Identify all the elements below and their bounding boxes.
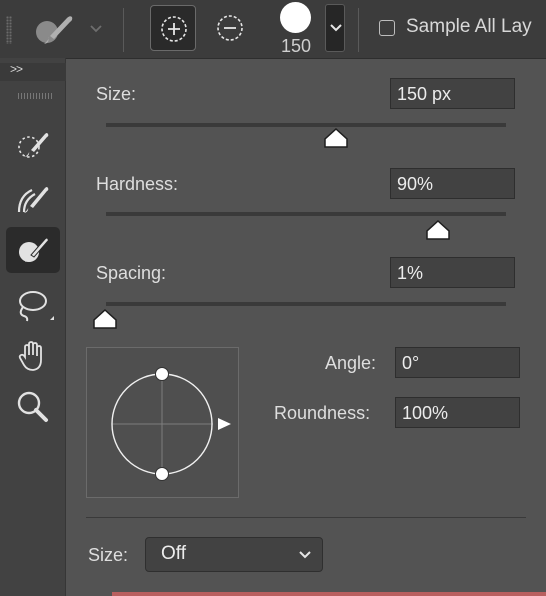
spacing-slider-track[interactable] bbox=[106, 302, 506, 306]
zoom-icon bbox=[17, 391, 48, 422]
size-label: Size: bbox=[96, 84, 137, 104]
smart-brush-tool[interactable] bbox=[6, 176, 60, 222]
hardness-slider-track[interactable] bbox=[106, 212, 506, 216]
double-chevron-icon: >> bbox=[10, 62, 23, 76]
spacing-field[interactable]: 1% bbox=[390, 257, 515, 288]
canvas-edge bbox=[112, 592, 546, 596]
quick-selection-dotted-icon bbox=[18, 133, 49, 158]
hand-icon bbox=[18, 341, 42, 371]
add-to-selection-icon bbox=[161, 16, 187, 42]
angle-field[interactable]: 0° bbox=[395, 347, 520, 378]
brush-picker-dropdown[interactable] bbox=[325, 4, 345, 52]
subtract-from-selection-button[interactable] bbox=[207, 5, 253, 51]
angle-label: Angle: bbox=[325, 353, 377, 373]
tool-preset-caret[interactable] bbox=[88, 20, 104, 36]
options-bar: 150 Sample All Lay bbox=[0, 0, 546, 59]
sample-all-layers-label[interactable]: Sample All Lay bbox=[406, 16, 532, 38]
brush-settings-panel bbox=[68, 59, 546, 596]
hardness-label: Hardness: bbox=[96, 174, 179, 194]
zoom-tool[interactable] bbox=[6, 384, 60, 430]
tool-preset-picker[interactable] bbox=[34, 12, 74, 46]
roundness-label: Roundness: bbox=[274, 403, 371, 423]
sample-all-layers-checkbox[interactable] bbox=[379, 20, 395, 36]
hand-tool[interactable] bbox=[6, 333, 60, 379]
divider bbox=[86, 517, 526, 518]
brush-angle-roundness-preview[interactable] bbox=[86, 347, 239, 498]
size-field[interactable]: 150 px bbox=[390, 78, 515, 109]
chevron-down-icon bbox=[299, 551, 311, 559]
quick-selection-dotted-tool[interactable] bbox=[6, 122, 60, 168]
toolbar-collapse-button[interactable]: >> bbox=[0, 62, 66, 81]
divider bbox=[123, 8, 124, 52]
size-control-select[interactable]: Off bbox=[145, 537, 323, 572]
options-bar-grip[interactable] bbox=[6, 16, 12, 44]
slider-thumb-icon bbox=[426, 219, 450, 240]
toolbar-grip[interactable] bbox=[18, 93, 54, 99]
slider-thumb-icon bbox=[324, 127, 348, 148]
size-slider-thumb[interactable] bbox=[323, 127, 349, 149]
brush-size-value: 150 bbox=[280, 36, 312, 56]
size-control-value: Off bbox=[161, 543, 186, 564]
divider bbox=[358, 8, 359, 52]
quick-selection-brush-icon bbox=[36, 16, 73, 44]
size-slider-track[interactable] bbox=[106, 123, 506, 127]
brush-preview[interactable] bbox=[280, 2, 311, 33]
brush-tip-shape-icon bbox=[111, 367, 231, 481]
lasso-tool[interactable] bbox=[6, 282, 60, 328]
chevron-down-icon bbox=[330, 24, 342, 32]
slider-thumb-icon bbox=[93, 308, 117, 329]
smart-brush-icon bbox=[17, 187, 49, 213]
spacing-slider-thumb[interactable] bbox=[92, 308, 118, 330]
spacing-label: Spacing: bbox=[96, 263, 167, 283]
roundness-field[interactable]: 100% bbox=[395, 397, 520, 428]
size-control-label: Size: bbox=[88, 545, 129, 565]
quick-selection-tool[interactable] bbox=[6, 227, 60, 273]
hardness-slider-thumb[interactable] bbox=[425, 219, 451, 241]
lasso-icon bbox=[19, 291, 54, 322]
subtract-from-selection-icon bbox=[217, 15, 243, 41]
quick-selection-icon bbox=[19, 237, 49, 262]
hardness-field[interactable]: 90% bbox=[390, 168, 515, 199]
add-to-selection-button[interactable] bbox=[150, 5, 196, 51]
chevron-down-icon bbox=[90, 25, 102, 33]
